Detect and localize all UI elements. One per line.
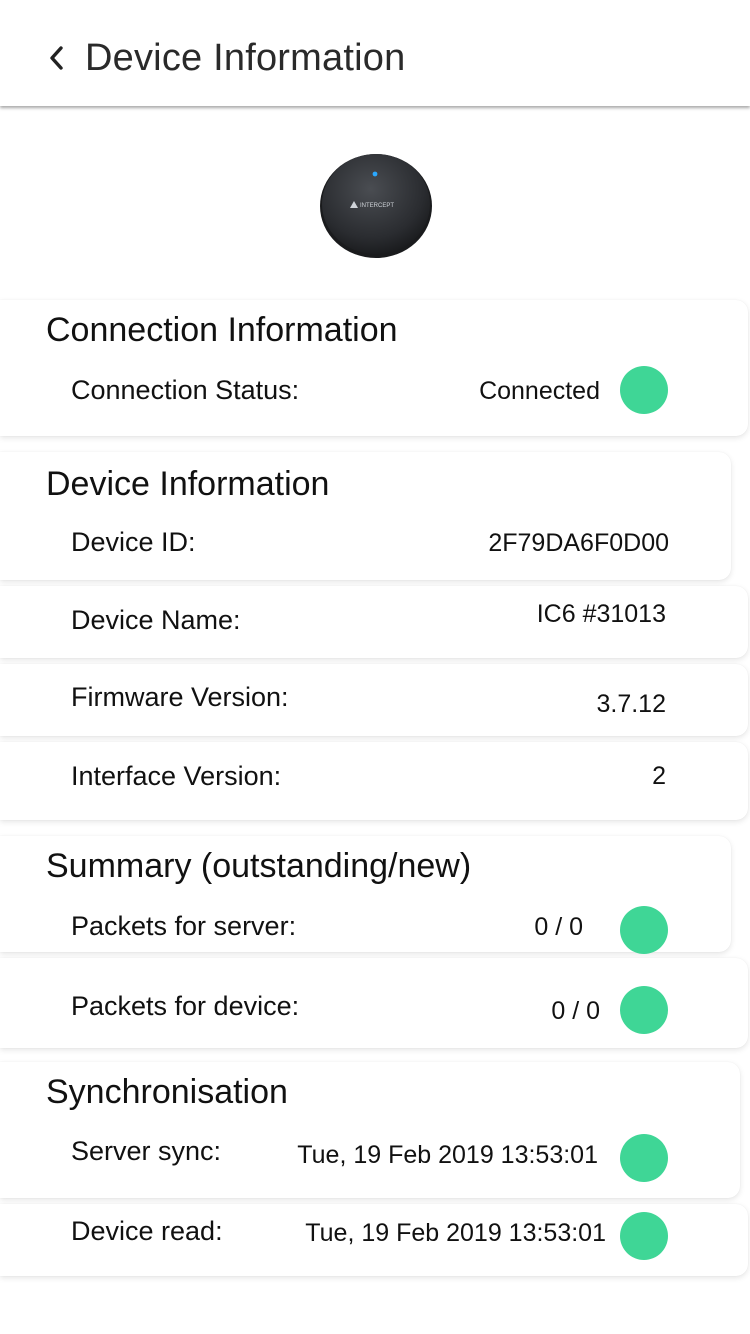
server-sync-label: Server sync: [71, 1136, 222, 1166]
firmware-version-label: Firmware Version: [71, 682, 289, 712]
section-title: Synchronisation [46, 1073, 288, 1111]
device-id-value: 2F79DA6F0D00 [488, 529, 669, 557]
status-indicator [620, 906, 668, 954]
app-header: Device Information [0, 0, 750, 106]
interface-version-card: Interface Version: 2 [0, 742, 748, 820]
packets-server-card: Summary (outstanding/new) Packets for se… [0, 836, 731, 954]
page-title: Device Information [85, 37, 406, 79]
device-name-label: Device Name: [71, 605, 241, 635]
led-indicator [372, 171, 378, 177]
device-name-value: IC6 #31013 [536, 600, 666, 628]
device-id-label: Device ID: [71, 527, 196, 557]
packets-server-label: Packets for server: [71, 911, 297, 941]
connection-card: Connection Information Connection Status… [0, 300, 748, 436]
packets-device-card: Packets for device: 0 / 0 [0, 958, 748, 1048]
connection-status-label: Connection Status: [71, 375, 300, 405]
back-button[interactable] [36, 36, 76, 80]
packets-device-value: 0 / 0 [551, 997, 600, 1025]
device-read-label: Device read: [71, 1216, 223, 1246]
section-title: Connection Information [46, 311, 398, 349]
interface-version-value: 2 [652, 762, 666, 790]
section-title: Device Information [46, 465, 330, 503]
device-name-card: Device Name: IC6 #31013 [0, 586, 748, 658]
server-sync-value: Tue, 19 Feb 2019 13:53:01 [297, 1141, 598, 1169]
section-title: Summary (outstanding/new) [46, 847, 472, 885]
status-indicator [620, 1134, 668, 1182]
chevron-left-icon [50, 46, 63, 70]
device-image: INTERCEPT [320, 154, 432, 258]
connection-status-value: Connected [479, 377, 600, 405]
device-id-card: Device Information Device ID: 2F79DA6F0D… [0, 452, 731, 580]
packets-server-value: 0 / 0 [534, 913, 583, 941]
status-indicator [620, 1212, 668, 1260]
firmware-version-card: Firmware Version: 3.7.12 [0, 664, 748, 736]
status-indicator [620, 986, 668, 1034]
firmware-version-value: 3.7.12 [596, 690, 666, 718]
device-read-value: Tue, 19 Feb 2019 13:53:01 [305, 1219, 606, 1247]
logo-text: INTERCEPT [360, 203, 394, 209]
server-sync-card: Synchronisation Server sync: Tue, 19 Feb… [0, 1062, 740, 1198]
device-read-card: Device read: Tue, 19 Feb 2019 13:53:01 [0, 1204, 748, 1276]
packets-device-label: Packets for device: [71, 991, 300, 1021]
status-indicator [620, 366, 668, 414]
interface-version-label: Interface Version: [71, 761, 282, 791]
